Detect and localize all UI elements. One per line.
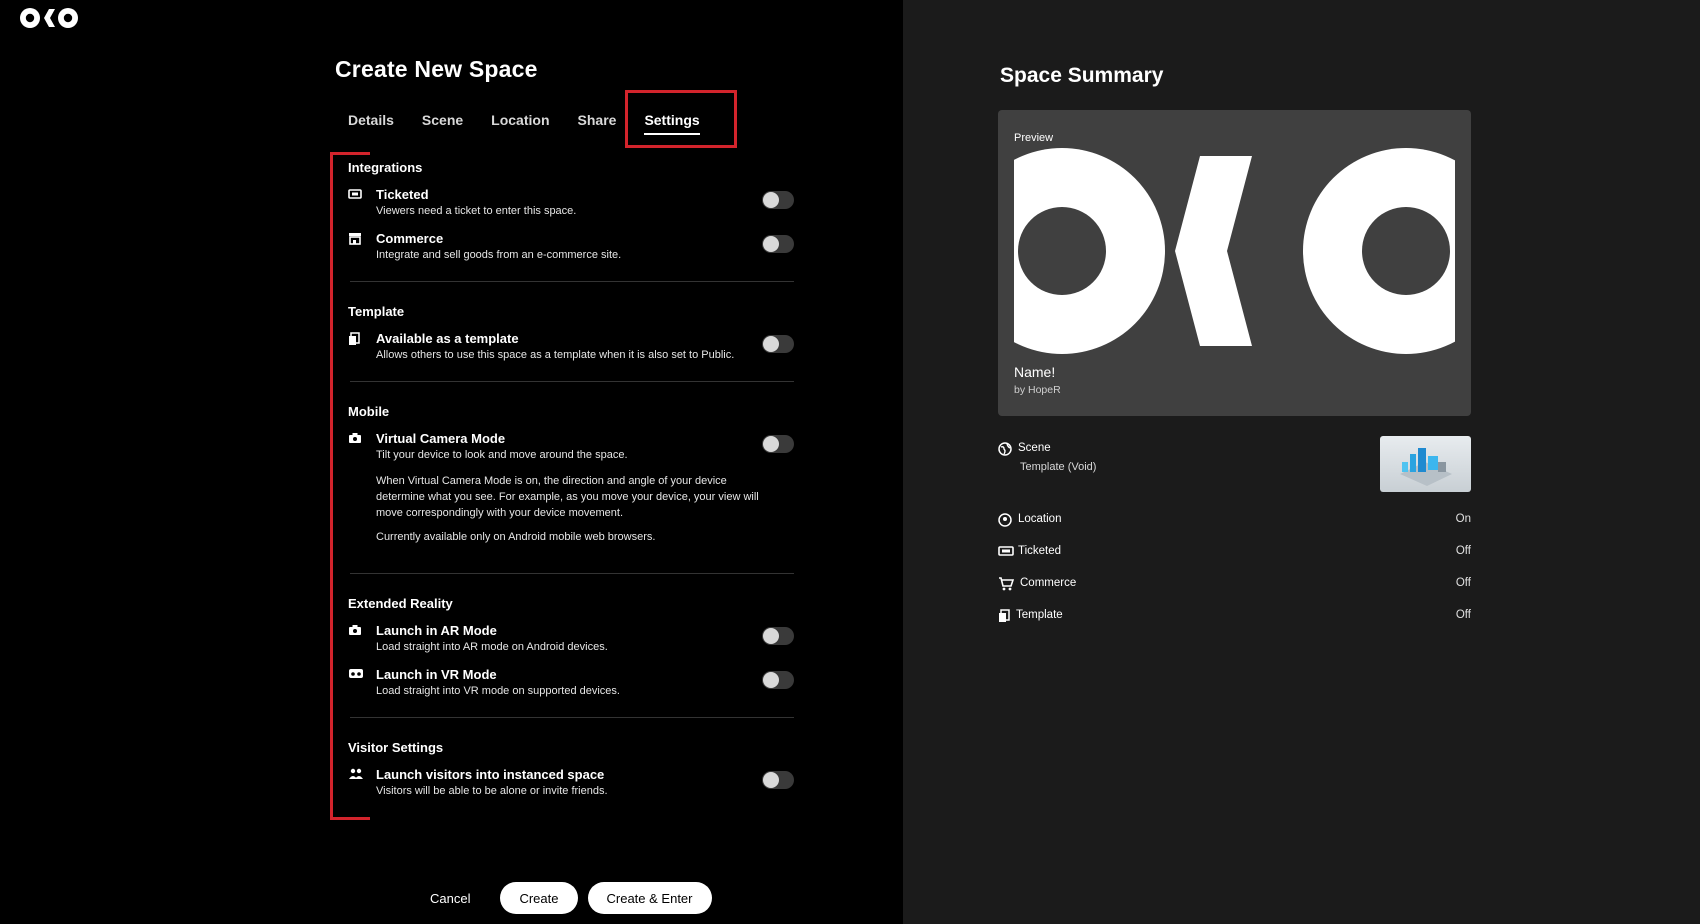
setting-label: Launch in VR Mode [376, 667, 497, 682]
setting-desc: Visitors will be able to be alone or inv… [376, 785, 608, 797]
copy-icon [348, 332, 364, 346]
setting-instanced-space: Launch visitors into instanced space Vis… [348, 767, 796, 799]
copy-icon [998, 609, 1012, 623]
setting-note: Currently available only on Android mobi… [376, 531, 656, 543]
tab-location[interactable]: Location [491, 112, 549, 128]
summary-scene-value: Template (Void) [1020, 461, 1097, 473]
setting-label: Launch in AR Mode [376, 623, 497, 638]
divider [350, 281, 794, 282]
location-pin-icon [998, 513, 1012, 527]
section-title-xr: Extended Reality [348, 596, 453, 611]
create-and-enter-button[interactable]: Create & Enter [587, 882, 712, 914]
create-button[interactable]: Create [500, 882, 578, 914]
summary-value: On [1455, 513, 1471, 525]
cancel-button[interactable]: Cancel [430, 891, 470, 906]
ar-mode-toggle[interactable] [762, 627, 794, 645]
vr-headset-icon [348, 668, 364, 682]
setting-label: Launch visitors into instanced space [376, 767, 605, 782]
ticketed-toggle[interactable] [762, 191, 794, 209]
storefront-icon [348, 232, 364, 246]
divider [350, 717, 794, 718]
setting-long-desc: When Virtual Camera Mode is on, the dire… [376, 475, 759, 519]
summary-label: Location [1018, 513, 1062, 525]
form-actions: Cancel Create Create & Enter [430, 882, 722, 914]
settings-list: Integrations Ticketed Viewers need a tic… [348, 160, 796, 799]
create-space-panel: Create New Space Details Scene Location … [0, 0, 903, 924]
summary-row-scene: Scene Template (Void) [998, 436, 1471, 498]
divider [350, 381, 794, 382]
setting-vr-mode: Launch in VR Mode Load straight into VR … [348, 667, 796, 699]
preview-label: Preview [1014, 132, 1054, 144]
summary-label: Template [1016, 609, 1063, 621]
setting-virtual-camera: Virtual Camera Mode Tilt your device to … [348, 431, 796, 545]
tab-share[interactable]: Share [578, 112, 617, 128]
users-icon [348, 768, 364, 782]
instanced-space-toggle[interactable] [762, 771, 794, 789]
setting-ar-mode: Launch in AR Mode Load straight into AR … [348, 623, 796, 655]
ticket-icon [348, 188, 364, 202]
camera-icon [348, 432, 364, 446]
page-title: Create New Space [335, 56, 538, 82]
setting-commerce: Commerce Integrate and sell goods from a… [348, 231, 796, 263]
section-title-integrations: Integrations [348, 160, 423, 175]
divider [350, 573, 794, 574]
section-title-visitor: Visitor Settings [348, 740, 444, 755]
settings-tab-highlight-box [625, 90, 737, 148]
setting-desc: Allows others to use this space as a tem… [376, 349, 735, 361]
vr-mode-toggle[interactable] [762, 671, 794, 689]
setting-desc: Load straight into VR mode on supported … [376, 685, 620, 697]
virtual-camera-toggle[interactable] [762, 435, 794, 453]
setting-desc: Viewers need a ticket to enter this spac… [376, 205, 577, 217]
setting-label: Commerce [376, 231, 444, 246]
commerce-toggle[interactable] [762, 235, 794, 253]
space-author: by HopeR [1014, 384, 1061, 396]
summary-value: Off [1455, 545, 1471, 557]
tab-details[interactable]: Details [348, 112, 394, 128]
oko-logo[interactable] [20, 6, 80, 30]
setting-desc: Load straight into AR mode on Android de… [376, 641, 608, 653]
template-toggle[interactable] [762, 335, 794, 353]
summary-label: Scene [1018, 442, 1051, 454]
space-name: Name! [1014, 364, 1056, 380]
summary-value: Off [1455, 609, 1471, 621]
section-title-template: Template [348, 304, 405, 319]
summary-label: Ticketed [1018, 545, 1062, 557]
summary-title: Space Summary [1000, 64, 1164, 87]
summary-label: Commerce [1020, 577, 1077, 589]
setting-desc: Tilt your device to look and move around… [376, 449, 628, 461]
summary-value: Off [1455, 577, 1471, 589]
oko-logo-preview [1014, 148, 1455, 354]
scene-thumbnail[interactable] [1380, 436, 1471, 492]
setting-template: Available as a template Allows others to… [348, 331, 796, 363]
globe-icon [998, 442, 1012, 456]
cart-icon [998, 577, 1015, 591]
preview-card: Preview Name! by HopeR [998, 110, 1471, 416]
camera-icon [348, 624, 364, 638]
section-title-mobile: Mobile [348, 404, 390, 419]
setting-label: Available as a template [376, 331, 519, 346]
setting-label: Ticketed [376, 187, 429, 202]
setting-ticketed: Ticketed Viewers need a ticket to enter … [348, 187, 796, 219]
tab-scene[interactable]: Scene [422, 112, 463, 128]
setting-desc: Integrate and sell goods from an e-comme… [376, 249, 622, 261]
ticket-icon [998, 545, 1014, 559]
setting-label: Virtual Camera Mode [376, 431, 506, 446]
